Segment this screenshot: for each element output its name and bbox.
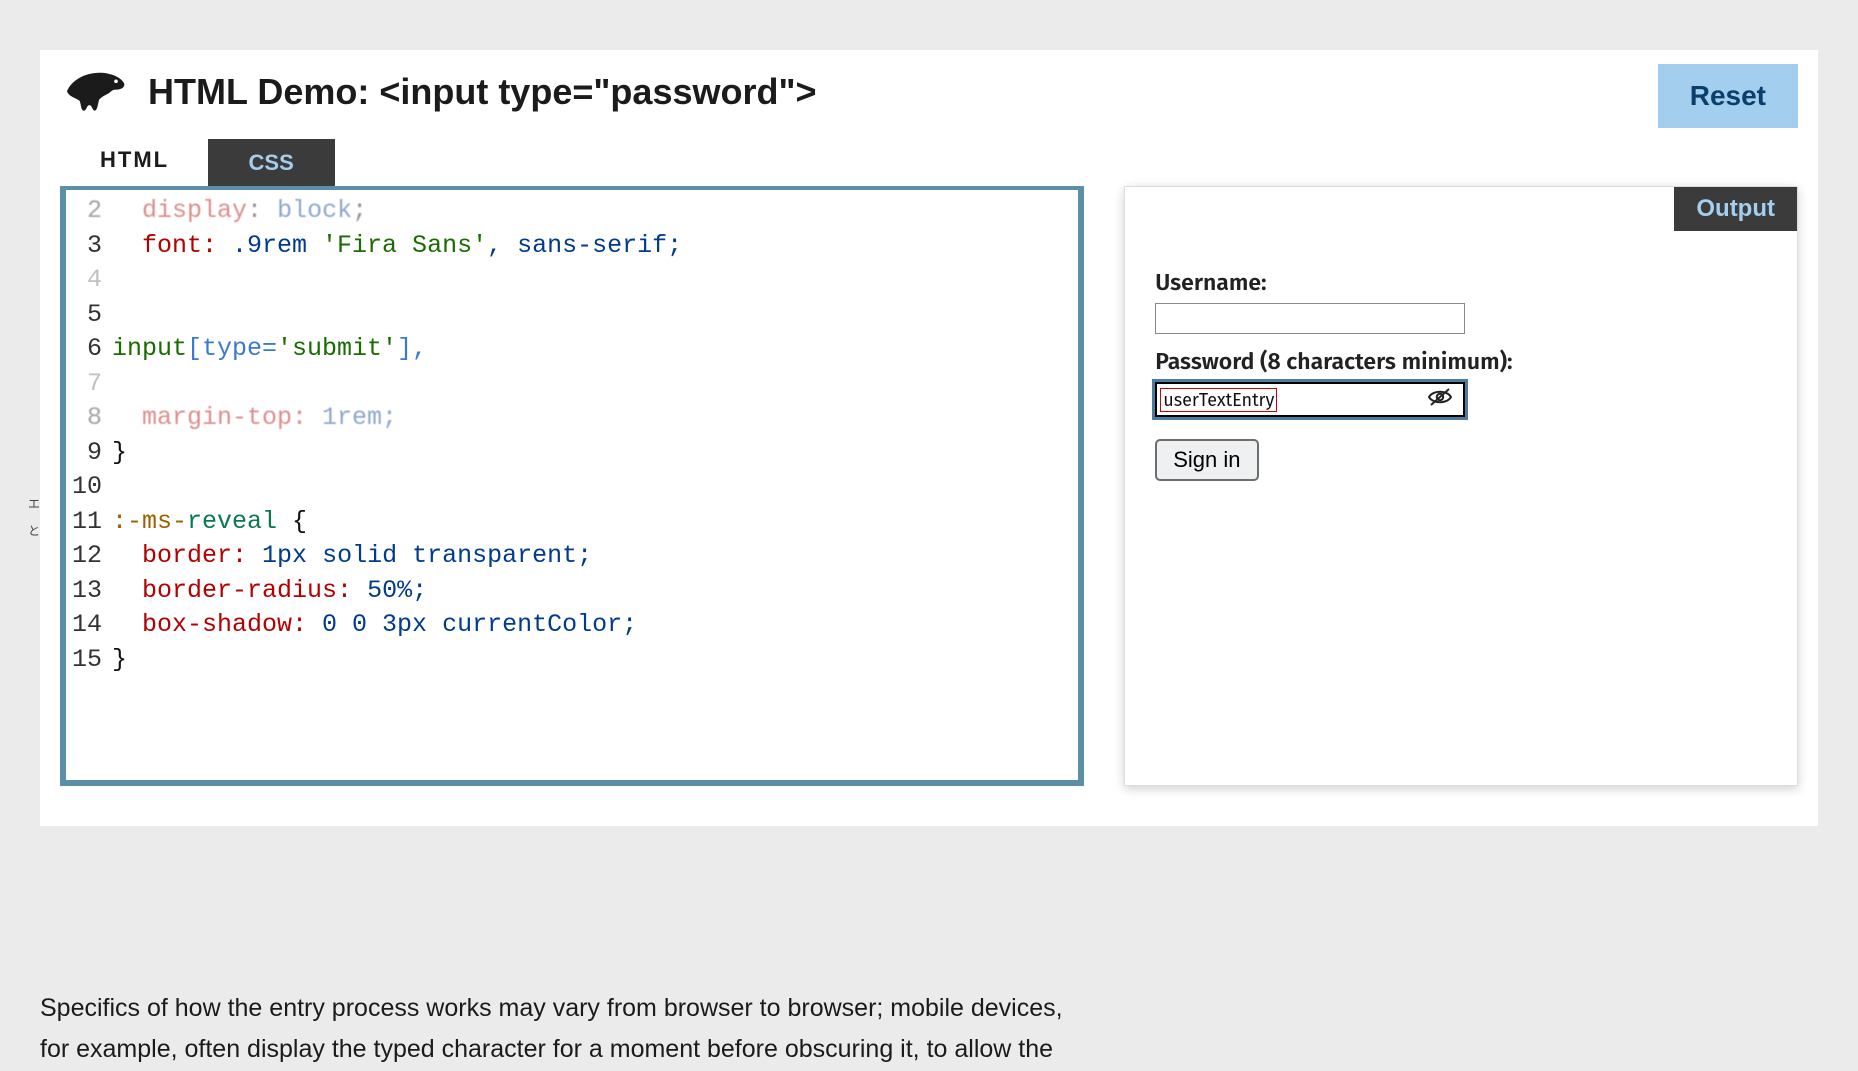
code-token: ], (397, 334, 427, 363)
code-token: 'submit' (277, 334, 397, 363)
code-token: solid transparent; (322, 541, 592, 570)
code-token: 'Fira Sans' (322, 231, 487, 260)
code-token: margin-top: (142, 403, 322, 432)
output-label: Output (1674, 187, 1797, 231)
code-token: { (277, 507, 307, 536)
reset-button[interactable]: Reset (1658, 64, 1798, 128)
code-token: 1rem; (322, 403, 397, 432)
code-token: .9rem (232, 231, 322, 260)
tab-html-ghost: HTML (100, 147, 169, 173)
code-token: :-ms- (112, 507, 187, 536)
password-value: userTextEntry (1160, 388, 1277, 412)
demo-title: HTML Demo: <input type="password"> (148, 71, 817, 113)
code-token: font: (142, 231, 232, 260)
code-token: 1px (262, 541, 322, 570)
code-token: reveal (187, 507, 277, 536)
tab-css[interactable]: CSS (208, 139, 335, 186)
code-token: 50%; (367, 576, 427, 605)
username-label: Username: (1155, 269, 1767, 297)
username-input[interactable] (1155, 303, 1465, 334)
code-token: , sans-serif; (487, 231, 682, 260)
output-pane: Output Username: Password (8 characters … (1124, 186, 1798, 786)
code-editor[interactable]: 2 display: block; 3 font: .9rem 'Fira Sa… (60, 186, 1084, 786)
code-token: } (112, 645, 127, 674)
code-token: border-radius: (142, 576, 367, 605)
code-token: box-shadow: (142, 610, 322, 639)
para-line2: for example, often display the typed cha… (40, 1035, 1053, 1063)
signin-button[interactable]: Sign in (1155, 439, 1258, 481)
code-token: 0 0 3px (322, 610, 442, 639)
code-token: [type= (187, 334, 277, 363)
password-input[interactable]: userTextEntry (1155, 382, 1465, 417)
article-paragraph: Specifics of how the entry process works… (40, 988, 1063, 1071)
dino-icon (60, 64, 130, 119)
para-line1: Specifics of how the entry process works… (40, 994, 1063, 1022)
password-label: Password (8 characters minimum): (1155, 348, 1767, 376)
code-token: border: (142, 541, 262, 570)
code-token: } (112, 438, 127, 467)
code-token: input (112, 334, 187, 363)
demo-box: HTML Demo: <input type="password"> Reset… (40, 50, 1818, 826)
code-token: currentColor; (442, 610, 637, 639)
reveal-eye-icon[interactable] (1423, 384, 1463, 415)
